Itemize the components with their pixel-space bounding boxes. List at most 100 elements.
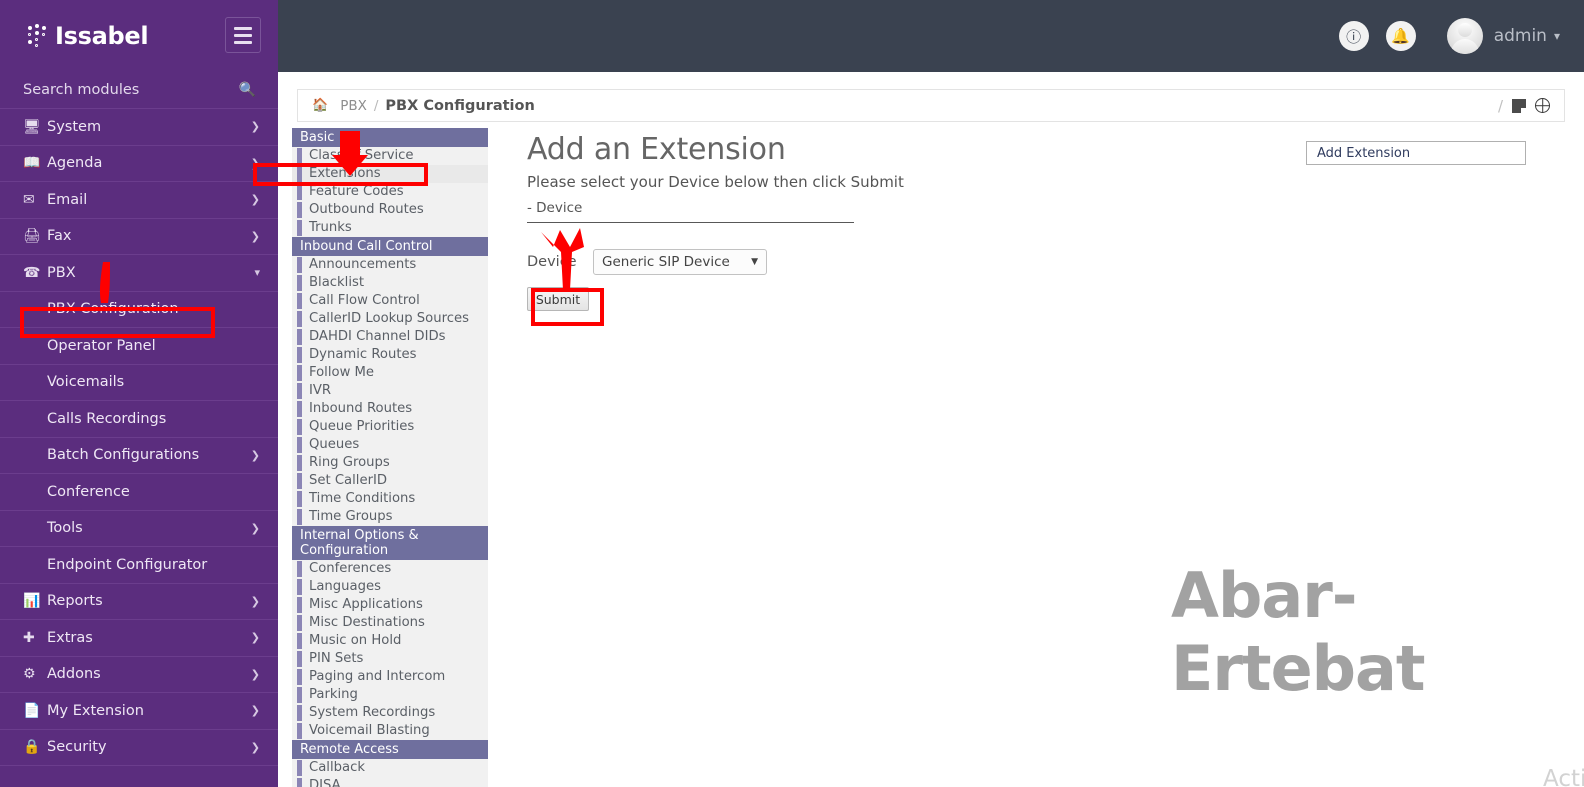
- pbx-menu-header: Remote Access: [292, 740, 488, 759]
- pbx-menu-item-outbound-routes[interactable]: Outbound Routes: [292, 201, 488, 219]
- breadcrumb-right-slash: /: [1497, 96, 1503, 115]
- pbx-menu-item-paging-and-intercom[interactable]: Paging and Intercom: [292, 668, 488, 686]
- sidebar-item-label: My Extension: [47, 702, 144, 719]
- avatar: [1446, 18, 1483, 54]
- sidebar-item-operator-panel[interactable]: Operator Panel: [0, 328, 278, 365]
- pbx-menu-item-ivr[interactable]: IVR: [292, 382, 488, 400]
- sidebar-item-label: Operator Panel: [47, 337, 156, 354]
- sidebar-item-security[interactable]: 🔒 Security ❯: [0, 730, 278, 766]
- chevron-right-icon: ❯: [250, 740, 260, 754]
- pbx-menu-item-disa[interactable]: DISA: [292, 777, 488, 787]
- add-extension-button[interactable]: Add Extension: [1306, 141, 1526, 165]
- page-title: Add an Extension: [527, 132, 786, 167]
- user-name: admin: [1493, 26, 1547, 46]
- sidebar-item-system[interactable]: 🖥 System ❯: [0, 109, 278, 146]
- chevron-right-icon: ❯: [250, 193, 260, 207]
- pbx-menu-item-time-conditions[interactable]: Time Conditions: [292, 490, 488, 508]
- device-select[interactable]: Generic SIP Device ▼: [593, 249, 767, 275]
- hamburger-icon[interactable]: [225, 17, 261, 53]
- lock-icon: 🔒: [23, 739, 41, 756]
- pbx-menu-header: Basic: [292, 128, 488, 147]
- top-bar-actions: ⓘ 🔔 admin ▾: [1338, 0, 1584, 72]
- window-icon[interactable]: [1512, 98, 1526, 113]
- sidebar-item-conference[interactable]: Conference: [0, 474, 278, 511]
- sidebar-item-batch-configurations[interactable]: Batch Configurations ❯: [0, 437, 278, 474]
- device-row: Device Generic SIP Device ▼: [527, 249, 1227, 275]
- chevron-down-icon: ▾: [1553, 29, 1560, 43]
- sidebar-item-extras[interactable]: ✚ Extras ❯: [0, 620, 278, 657]
- pbx-menu-item-voicemail-blasting[interactable]: Voicemail Blasting: [292, 722, 488, 740]
- add-extension-form: Add an Extension Please select your Devi…: [527, 132, 1227, 311]
- pbx-menu-item-dahdi-channel-dids[interactable]: DAHDI Channel DIDs: [292, 328, 488, 346]
- sidebar-item-endpoint-configurator[interactable]: Endpoint Configurator: [0, 547, 278, 584]
- pbx-menu-item-extensions[interactable]: Extensions: [292, 165, 488, 183]
- device-select-value: Generic SIP Device: [602, 254, 730, 270]
- device-label: Device: [527, 254, 577, 270]
- pbx-menu-header: Inbound Call Control: [292, 237, 488, 256]
- sidebar-item-email[interactable]: ✉ Email ❯: [0, 182, 278, 219]
- pbx-menu-item-dynamic-routes[interactable]: Dynamic Routes: [292, 346, 488, 364]
- search-input[interactable]: Search modules 🔍: [0, 72, 278, 109]
- brand-logo[interactable]: Issabel: [26, 22, 149, 50]
- pbx-menu-item-parking[interactable]: Parking: [292, 686, 488, 704]
- pbx-menu-item-music-on-hold[interactable]: Music on Hold: [292, 632, 488, 650]
- pbx-menu-item-inbound-routes[interactable]: Inbound Routes: [292, 400, 488, 418]
- sidebar-item-voicemails[interactable]: Voicemails: [0, 364, 278, 401]
- pbx-menu-item-misc-applications[interactable]: Misc Applications: [292, 596, 488, 614]
- pbx-menu-item-pin-sets[interactable]: PIN Sets: [292, 650, 488, 668]
- pbx-menu-item-blacklist[interactable]: Blacklist: [292, 274, 488, 292]
- sidebar-item-addons[interactable]: ⚙ Addons ❯: [0, 657, 278, 693]
- globe-icon[interactable]: [1535, 98, 1550, 113]
- pbx-menu-item-class-of-service[interactable]: Class of Service: [292, 147, 488, 165]
- bell-icon[interactable]: 🔔: [1385, 21, 1416, 51]
- sidebar-item-pbx[interactable]: ☎ PBX ▾: [0, 255, 278, 292]
- chevron-right-icon: ❯: [250, 667, 260, 681]
- sidebar-item-reports[interactable]: 📊 Reports ❯: [0, 584, 278, 620]
- sidebar-item-label: Agenda: [47, 155, 103, 172]
- sidebar-item-fax[interactable]: 🖨 Fax ❯: [0, 219, 278, 255]
- breadcrumb-parent[interactable]: PBX: [340, 98, 367, 114]
- contact-card-icon: 📄: [23, 702, 41, 719]
- pbx-menu-item-misc-destinations[interactable]: Misc Destinations: [292, 614, 488, 632]
- sidebar-item-pbx-configuration[interactable]: PBX Configuration: [0, 291, 278, 328]
- pbx-menu-item-trunks[interactable]: Trunks: [292, 219, 488, 237]
- pbx-menu-item-callerid-lookup-sources[interactable]: CallerID Lookup Sources: [292, 310, 488, 328]
- activate-windows-title: Activate Windows: [1543, 766, 1584, 787]
- book-icon: 📖: [23, 155, 41, 172]
- pbx-menu-item-queue-priorities[interactable]: Queue Priorities: [292, 418, 488, 436]
- pbx-menu-item-queues[interactable]: Queues: [292, 436, 488, 454]
- sidebar-item-label: System: [47, 118, 102, 135]
- info-icon[interactable]: ⓘ: [1338, 21, 1369, 51]
- chevron-right-icon: ❯: [250, 229, 260, 243]
- pbx-menu-item-callback[interactable]: Callback: [292, 759, 488, 777]
- pbx-menu-item-ring-groups[interactable]: Ring Groups: [292, 454, 488, 472]
- pbx-menu-item-follow-me[interactable]: Follow Me: [292, 364, 488, 382]
- home-icon[interactable]: 🏠: [312, 98, 328, 113]
- pbx-menu-item-conferences[interactable]: Conferences: [292, 560, 488, 578]
- sidebar-item-tools[interactable]: Tools ❯: [0, 510, 278, 547]
- submit-button[interactable]: Submit: [527, 287, 589, 311]
- envelope-icon: ✉: [23, 191, 35, 208]
- user-menu[interactable]: admin ▾: [1446, 18, 1560, 54]
- pbx-menu-item-announcements[interactable]: Announcements: [292, 256, 488, 274]
- search-icon[interactable]: 🔍: [239, 82, 256, 98]
- pbx-menu-item-system-recordings[interactable]: System Recordings: [292, 704, 488, 722]
- pbx-menu-item-set-callerid[interactable]: Set CallerID: [292, 472, 488, 490]
- plus-icon: ✚: [23, 629, 35, 646]
- sidebar-item-agenda[interactable]: 📖 Agenda ❯: [0, 146, 278, 182]
- pbx-menu-item-time-groups[interactable]: Time Groups: [292, 508, 488, 526]
- sidebar-item-label: Calls Recordings: [47, 410, 167, 427]
- pbx-menu-item-feature-codes[interactable]: Feature Codes: [292, 183, 488, 201]
- chevron-right-icon: ❯: [250, 594, 260, 608]
- pbx-menu-item-call-flow-control[interactable]: Call Flow Control: [292, 292, 488, 310]
- sidebar-item-label: Endpoint Configurator: [47, 556, 208, 573]
- sidebar-item-label: Addons: [47, 666, 101, 683]
- pbx-menu-item-languages[interactable]: Languages: [292, 578, 488, 596]
- breadcrumb-separator: /: [373, 97, 379, 114]
- breadcrumb: 🏠 PBX / PBX Configuration /: [297, 89, 1565, 122]
- sidebar-item-my-extension[interactable]: 📄 My Extension ❯: [0, 693, 278, 730]
- chart-bar-icon: 📊: [23, 593, 41, 610]
- chevron-right-icon: ❯: [250, 704, 260, 718]
- divider: [527, 222, 854, 223]
- sidebar-item-calls-recordings[interactable]: Calls Recordings: [0, 401, 278, 438]
